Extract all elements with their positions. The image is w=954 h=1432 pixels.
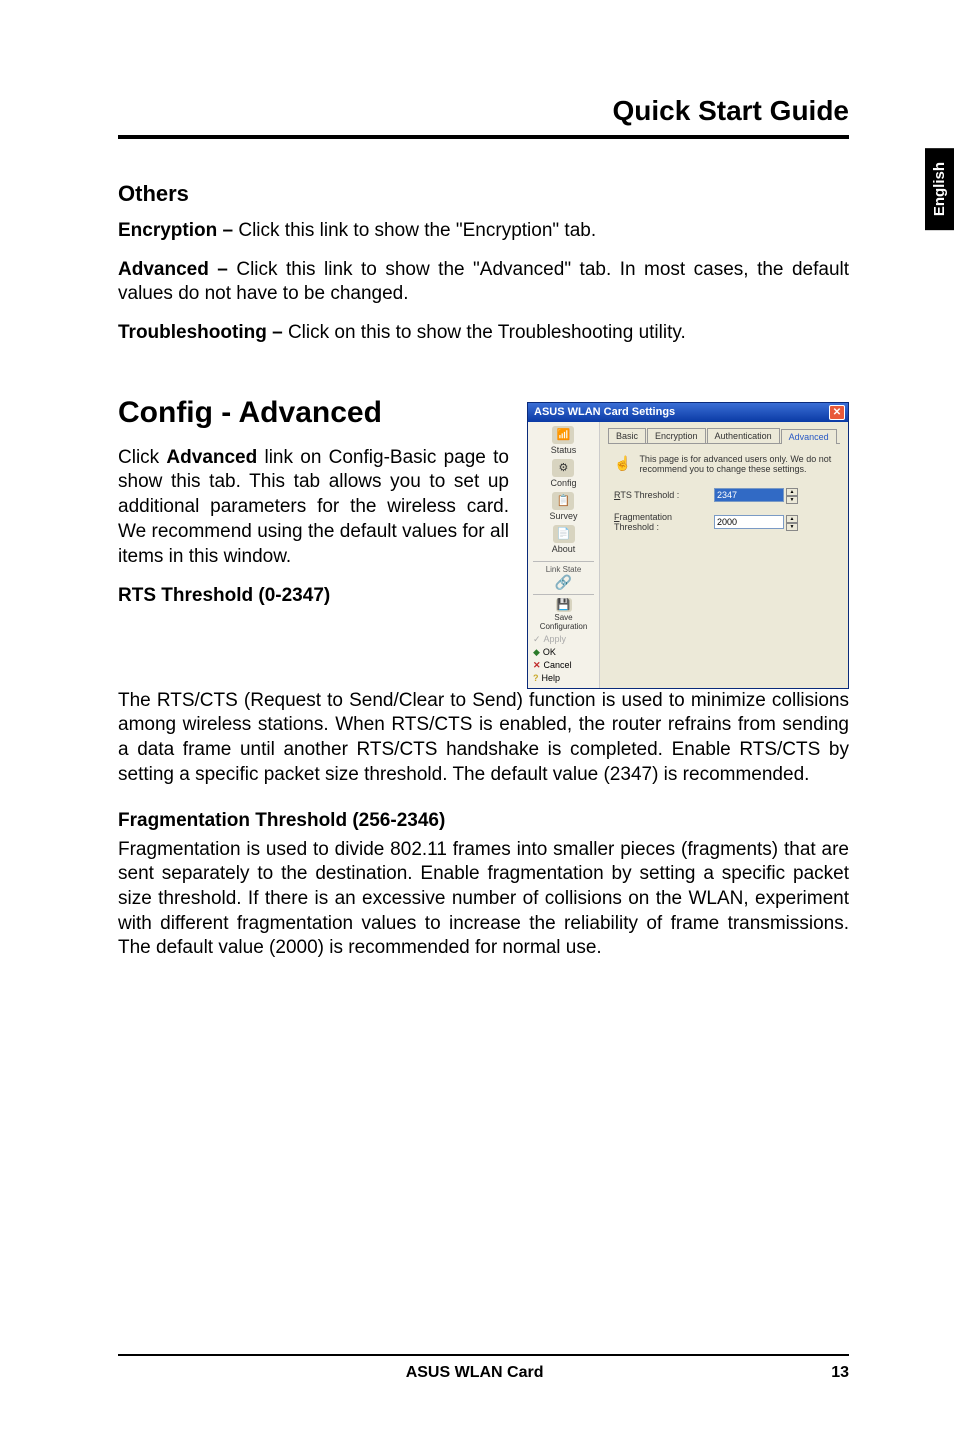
link-state: Link State 🔗 (546, 565, 582, 591)
rts-input[interactable]: 2347 (714, 488, 784, 502)
cancel-label: Cancel (544, 660, 572, 670)
rts-spinner[interactable]: ▲ ▼ (786, 488, 798, 502)
frag-text: Fragmentation is used to divide 802.11 f… (118, 838, 849, 961)
advanced-label: Advanced – (118, 259, 236, 280)
help-icon: ? (533, 673, 539, 683)
apply-link: ✓ Apply (530, 633, 597, 646)
ok-link[interactable]: ◆ OK (530, 646, 597, 659)
rts-spinner-up[interactable]: ▲ (786, 488, 798, 496)
panel-content: ☝ This page is for advanced users only. … (608, 444, 840, 552)
sidebar-label-status: Status (551, 445, 577, 455)
sidebar-item-save[interactable]: 💾 Save Configuration (530, 598, 597, 631)
config-intro-bold: Advanced (166, 447, 257, 468)
encryption-para: Encryption – Click this link to show the… (118, 219, 849, 244)
dialog-title: ASUS WLAN Card Settings (534, 406, 675, 418)
main-panel: Basic Encryption Authentication Advanced… (600, 422, 848, 688)
frag-input[interactable]: 2000 (714, 515, 784, 529)
dialog-sidebar: 📶 Status ⚙ Config 📋 Survey 📄 About (528, 422, 600, 688)
help-link[interactable]: ? Help (530, 672, 597, 684)
close-icon: ✕ (833, 407, 841, 418)
config-intro: Click Advanced link on Config-Basic page… (118, 446, 509, 569)
about-icon: 📄 (553, 525, 575, 543)
troubleshooting-text: Click on this to show the Troubleshootin… (288, 322, 686, 343)
frag-spinner-up[interactable]: ▲ (786, 515, 798, 523)
warning-icon: ☝ (614, 454, 631, 474)
encryption-text: Click this link to show the "Encryption"… (238, 220, 596, 241)
sidebar-divider-2 (533, 594, 593, 595)
sidebar-item-survey[interactable]: 📋 Survey (549, 492, 577, 521)
frag-heading: Fragmentation Threshold (256-2346) (118, 810, 849, 832)
others-heading: Others (118, 181, 849, 207)
rts-heading: RTS Threshold (0-2347) (118, 585, 509, 607)
link-state-icon: 🔗 (546, 574, 582, 591)
tab-authentication[interactable]: Authentication (707, 428, 780, 443)
tab-encryption[interactable]: Encryption (647, 428, 706, 443)
rts-text: The RTS/CTS (Request to Send/Clear to Se… (118, 689, 849, 788)
dialog-titlebar: ASUS WLAN Card Settings ✕ (528, 403, 848, 422)
save-icon: 💾 (556, 598, 572, 612)
frag-field-label: Fragmentation Threshold : (614, 512, 714, 532)
sidebar-item-config[interactable]: ⚙ Config (550, 459, 576, 488)
tab-basic[interactable]: Basic (608, 428, 646, 443)
cancel-link[interactable]: ✕ Cancel (530, 659, 597, 672)
sidebar-label-config: Config (550, 478, 576, 488)
tabs: Basic Encryption Authentication Advanced (608, 428, 840, 444)
tab-advanced[interactable]: Advanced (781, 429, 837, 444)
sidebar-label-about: About (552, 544, 576, 554)
help-label: Help (542, 673, 561, 683)
info-text: This page is for advanced users only. We… (639, 454, 834, 474)
sidebar-item-about[interactable]: 📄 About (552, 525, 576, 554)
footer: ASUS WLAN Card 13 (118, 1354, 849, 1382)
bottom-links: 💾 Save Configuration ✓ Apply ◆ OK ✕ (530, 598, 597, 684)
ok-label: OK (543, 647, 556, 657)
advanced-para: Advanced – Click this link to show the "… (118, 258, 849, 307)
troubleshooting-label: Troubleshooting – (118, 322, 288, 343)
troubleshooting-para: Troubleshooting – Click on this to show … (118, 321, 849, 346)
sidebar-label-survey: Survey (549, 511, 577, 521)
frag-field-row: Fragmentation Threshold : 2000 ▲ ▼ (614, 512, 834, 532)
link-state-label: Link State (546, 565, 582, 574)
settings-dialog: ASUS WLAN Card Settings ✕ 📶 Status ⚙ Con… (527, 402, 849, 689)
rts-field-row: RTS Threshold : 2347 ▲ ▼ (614, 488, 834, 502)
apply-icon: ✓ (533, 634, 541, 645)
sidebar-divider (533, 561, 593, 562)
close-button[interactable]: ✕ (829, 405, 845, 420)
ok-icon: ◆ (533, 647, 540, 658)
status-icon: 📶 (552, 426, 574, 444)
footer-page: 13 (831, 1364, 849, 1382)
footer-center: ASUS WLAN Card (406, 1364, 544, 1382)
info-row: ☝ This page is for advanced users only. … (614, 454, 834, 474)
frag-spinner[interactable]: ▲ ▼ (786, 515, 798, 529)
side-tab-english: English (925, 148, 954, 230)
frag-spinner-down[interactable]: ▼ (786, 523, 798, 531)
rts-field-label: RTS Threshold : (614, 490, 714, 500)
survey-icon: 📋 (552, 492, 574, 510)
config-intro-1: Click (118, 447, 166, 468)
header-title: Quick Start Guide (118, 95, 849, 139)
sidebar-item-status[interactable]: 📶 Status (551, 426, 577, 455)
apply-label: Apply (544, 634, 567, 644)
encryption-label: Encryption – (118, 220, 238, 241)
config-advanced-heading: Config - Advanced (118, 396, 509, 430)
config-icon: ⚙ (552, 459, 574, 477)
rts-spinner-down[interactable]: ▼ (786, 496, 798, 504)
sidebar-label-save: Save Configuration (530, 613, 597, 631)
cancel-icon: ✕ (533, 660, 541, 671)
